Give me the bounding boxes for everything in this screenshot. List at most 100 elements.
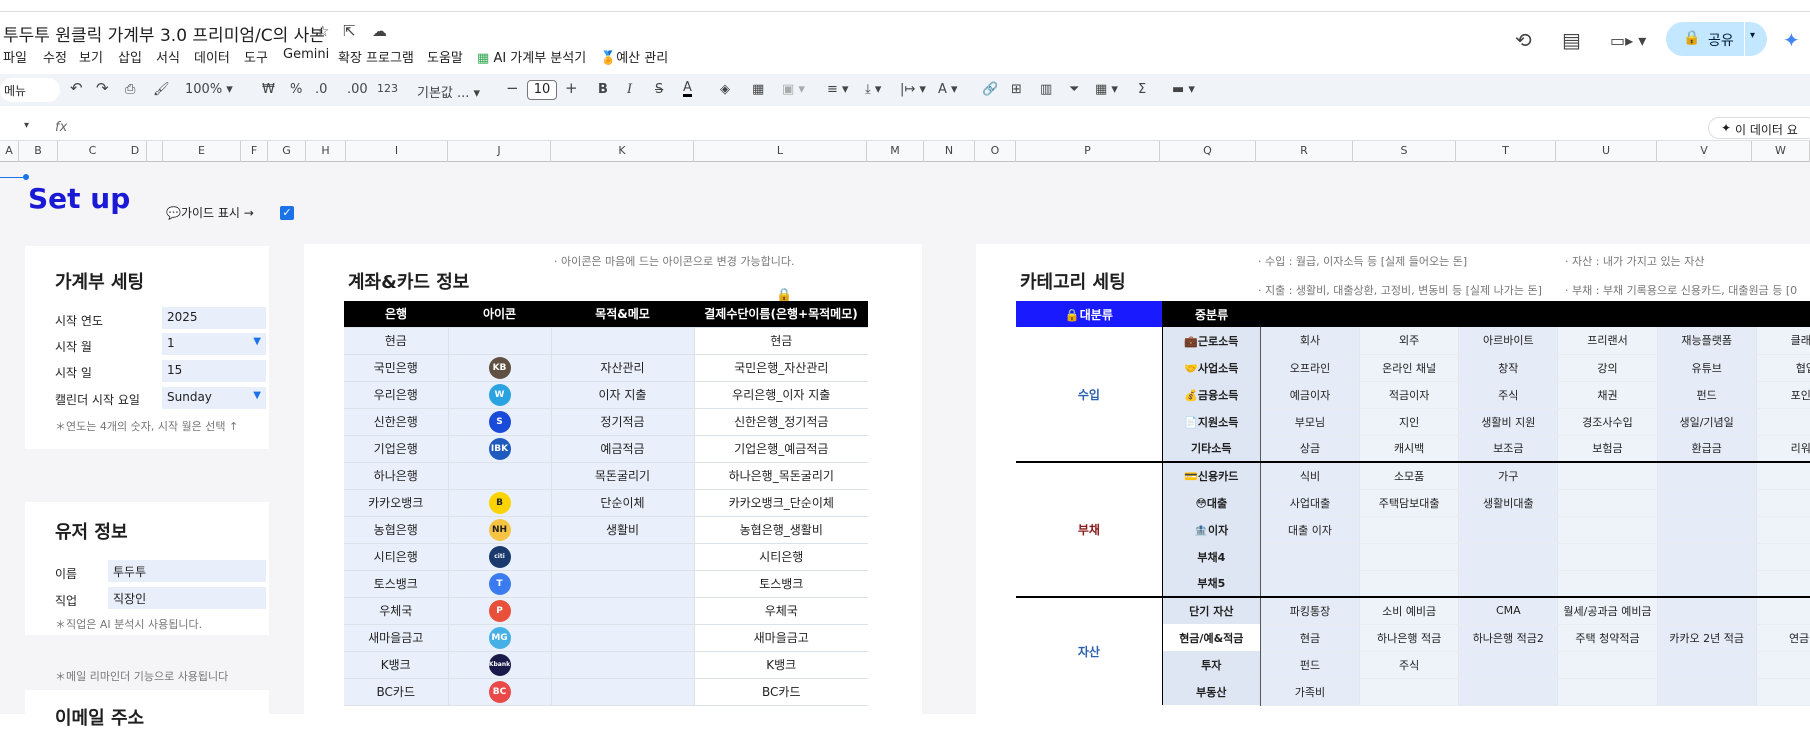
merge-cells-icon[interactable]: ▣ ▾	[782, 82, 805, 97]
sub-category-cell[interactable]: 😳대출	[1162, 489, 1261, 516]
icon-cell[interactable]	[448, 462, 552, 490]
bold-icon[interactable]: B	[598, 82, 608, 97]
icon-cell[interactable]: T	[448, 570, 552, 598]
category-item-cell[interactable]	[1756, 408, 1810, 436]
sub-category-cell[interactable]: 💼근로소득	[1162, 327, 1261, 354]
category-item-cell[interactable]: 재능플랫폼	[1657, 327, 1757, 355]
col-header[interactable]: W	[1752, 141, 1810, 162]
col-header[interactable]: V	[1657, 141, 1752, 162]
star-icon[interactable]: ☆	[316, 22, 329, 40]
col-header[interactable]: U	[1556, 141, 1657, 162]
category-item-cell[interactable]	[1557, 489, 1658, 517]
bank-cell[interactable]: 우체국	[344, 597, 449, 625]
category-item-cell[interactable]: 클래스	[1756, 327, 1810, 355]
bank-cell[interactable]: 시티은행	[344, 543, 449, 571]
icon-cell[interactable]: W	[448, 381, 552, 409]
sub-category-cell[interactable]: 📄지원소득	[1162, 408, 1261, 435]
menu-format[interactable]: 서식	[156, 47, 180, 66]
icon-cell[interactable]: BC	[448, 678, 552, 706]
icon-cell[interactable]	[448, 327, 552, 355]
icon-cell[interactable]: NH	[448, 516, 552, 544]
category-item-cell[interactable]	[1657, 678, 1757, 706]
paint-format-icon[interactable]: 🖌	[153, 82, 170, 97]
category-item-cell[interactable]	[1557, 516, 1658, 544]
category-item-cell[interactable]: 가구	[1458, 461, 1559, 490]
menu-edit[interactable]: 수정	[43, 47, 67, 66]
move-folder-icon[interactable]: ⇱	[343, 22, 356, 40]
bank-cell[interactable]: 국민은행	[344, 354, 449, 382]
category-item-cell[interactable]: 사업대출	[1260, 489, 1361, 517]
category-item-cell[interactable]: 펀드	[1260, 651, 1361, 679]
strikethrough-icon[interactable]: S	[655, 82, 663, 97]
week-start-select[interactable]: Sunday ▼	[162, 387, 266, 409]
category-item-cell[interactable]: 소모품	[1359, 461, 1460, 490]
category-item-cell[interactable]: 월세/공과금 예비금	[1557, 596, 1658, 625]
payment-name-cell[interactable]: 토스뱅크	[694, 570, 868, 598]
col-header[interactable]: Q	[1160, 141, 1256, 162]
category-item-cell[interactable]	[1359, 516, 1460, 544]
col-header[interactable]: S	[1353, 141, 1456, 162]
start-day-field[interactable]: 15	[162, 360, 266, 382]
job-field[interactable]: 직장인	[108, 587, 266, 609]
sub-category-cell[interactable]: 부채4	[1162, 543, 1261, 570]
category-item-cell[interactable]: 리워드	[1756, 435, 1810, 463]
category-item-cell[interactable]: 상금	[1260, 435, 1361, 463]
icon-cell[interactable]: S	[448, 408, 552, 436]
category-item-cell[interactable]: 지인	[1359, 408, 1460, 436]
col-header[interactable]: N	[924, 141, 975, 162]
chart-icon[interactable]: ▥	[1040, 82, 1052, 97]
payment-name-cell[interactable]: 농협은행_생활비	[694, 516, 868, 544]
menu-tools[interactable]: 도구	[244, 47, 268, 66]
memo-cell[interactable]: 단순이체	[551, 489, 695, 517]
zoom-select[interactable]: 100% ▾	[185, 82, 233, 97]
category-item-cell[interactable]: 강의	[1557, 354, 1658, 382]
sub-category-cell[interactable]: 🤝사업소득	[1162, 354, 1261, 381]
sub-category-cell[interactable]: 단기 자산	[1162, 596, 1261, 624]
menu-data[interactable]: 데이터	[194, 47, 230, 66]
category-item-cell[interactable]	[1557, 461, 1658, 490]
major-category-cell[interactable]: 자산	[1016, 596, 1163, 705]
menu-gemini[interactable]: Gemini	[283, 47, 329, 62]
print-icon[interactable]: ⎙	[125, 82, 135, 97]
category-item-cell[interactable]	[1657, 543, 1757, 571]
category-item-cell[interactable]	[1756, 678, 1810, 706]
functions-icon[interactable]: Σ	[1138, 82, 1146, 97]
payment-name-cell[interactable]: BC카드	[694, 678, 868, 706]
sub-category-cell[interactable]: 💰금융소득	[1162, 381, 1261, 408]
bank-cell[interactable]: 토스뱅크	[344, 570, 449, 598]
bank-cell[interactable]: 우리은행	[344, 381, 449, 409]
category-item-cell[interactable]: 예금이자	[1260, 381, 1361, 409]
category-item-cell[interactable]	[1756, 596, 1810, 625]
menu-file[interactable]: 파일	[3, 47, 27, 66]
keyboard-icon[interactable]: ▬ ▾	[1172, 82, 1195, 97]
category-item-cell[interactable]: 가족비	[1260, 678, 1361, 706]
category-item-cell[interactable]	[1458, 651, 1559, 679]
category-item-cell[interactable]	[1756, 489, 1810, 517]
guide-checkbox[interactable]: ✓	[280, 206, 294, 220]
col-header[interactable]: R	[1256, 141, 1353, 162]
payment-name-cell[interactable]: 하나은행_목돈굴리기	[694, 462, 868, 490]
category-item-cell[interactable]: 적금이자	[1359, 381, 1460, 409]
payment-name-cell[interactable]: 시티은행	[694, 543, 868, 571]
undo-icon[interactable]: ↶	[70, 79, 83, 97]
category-item-cell[interactable]	[1756, 516, 1810, 544]
col-header[interactable]: F	[241, 141, 268, 162]
menu-search-input[interactable]: 메뉴	[0, 78, 60, 102]
col-header[interactable]: J	[448, 141, 551, 162]
category-item-cell[interactable]	[1657, 596, 1757, 625]
bank-cell[interactable]: 신한은행	[344, 408, 449, 436]
category-item-cell[interactable]: 외주	[1359, 327, 1460, 355]
category-item-cell[interactable]	[1557, 651, 1658, 679]
memo-cell[interactable]	[551, 570, 695, 598]
col-header[interactable]: G	[268, 141, 306, 162]
category-item-cell[interactable]	[1657, 570, 1757, 598]
category-item-cell[interactable]	[1557, 570, 1658, 598]
category-item-cell[interactable]: 보조금	[1458, 435, 1559, 463]
icon-cell[interactable]: KB	[448, 354, 552, 382]
payment-name-cell[interactable]: 기업은행_예금적금	[694, 435, 868, 463]
category-item-cell[interactable]	[1260, 543, 1361, 571]
category-item-cell[interactable]	[1657, 461, 1757, 490]
sub-category-cell[interactable]: 💳신용카드	[1162, 461, 1261, 489]
borders-icon[interactable]: ▦	[752, 82, 764, 97]
icon-cell[interactable]: P	[448, 597, 552, 625]
